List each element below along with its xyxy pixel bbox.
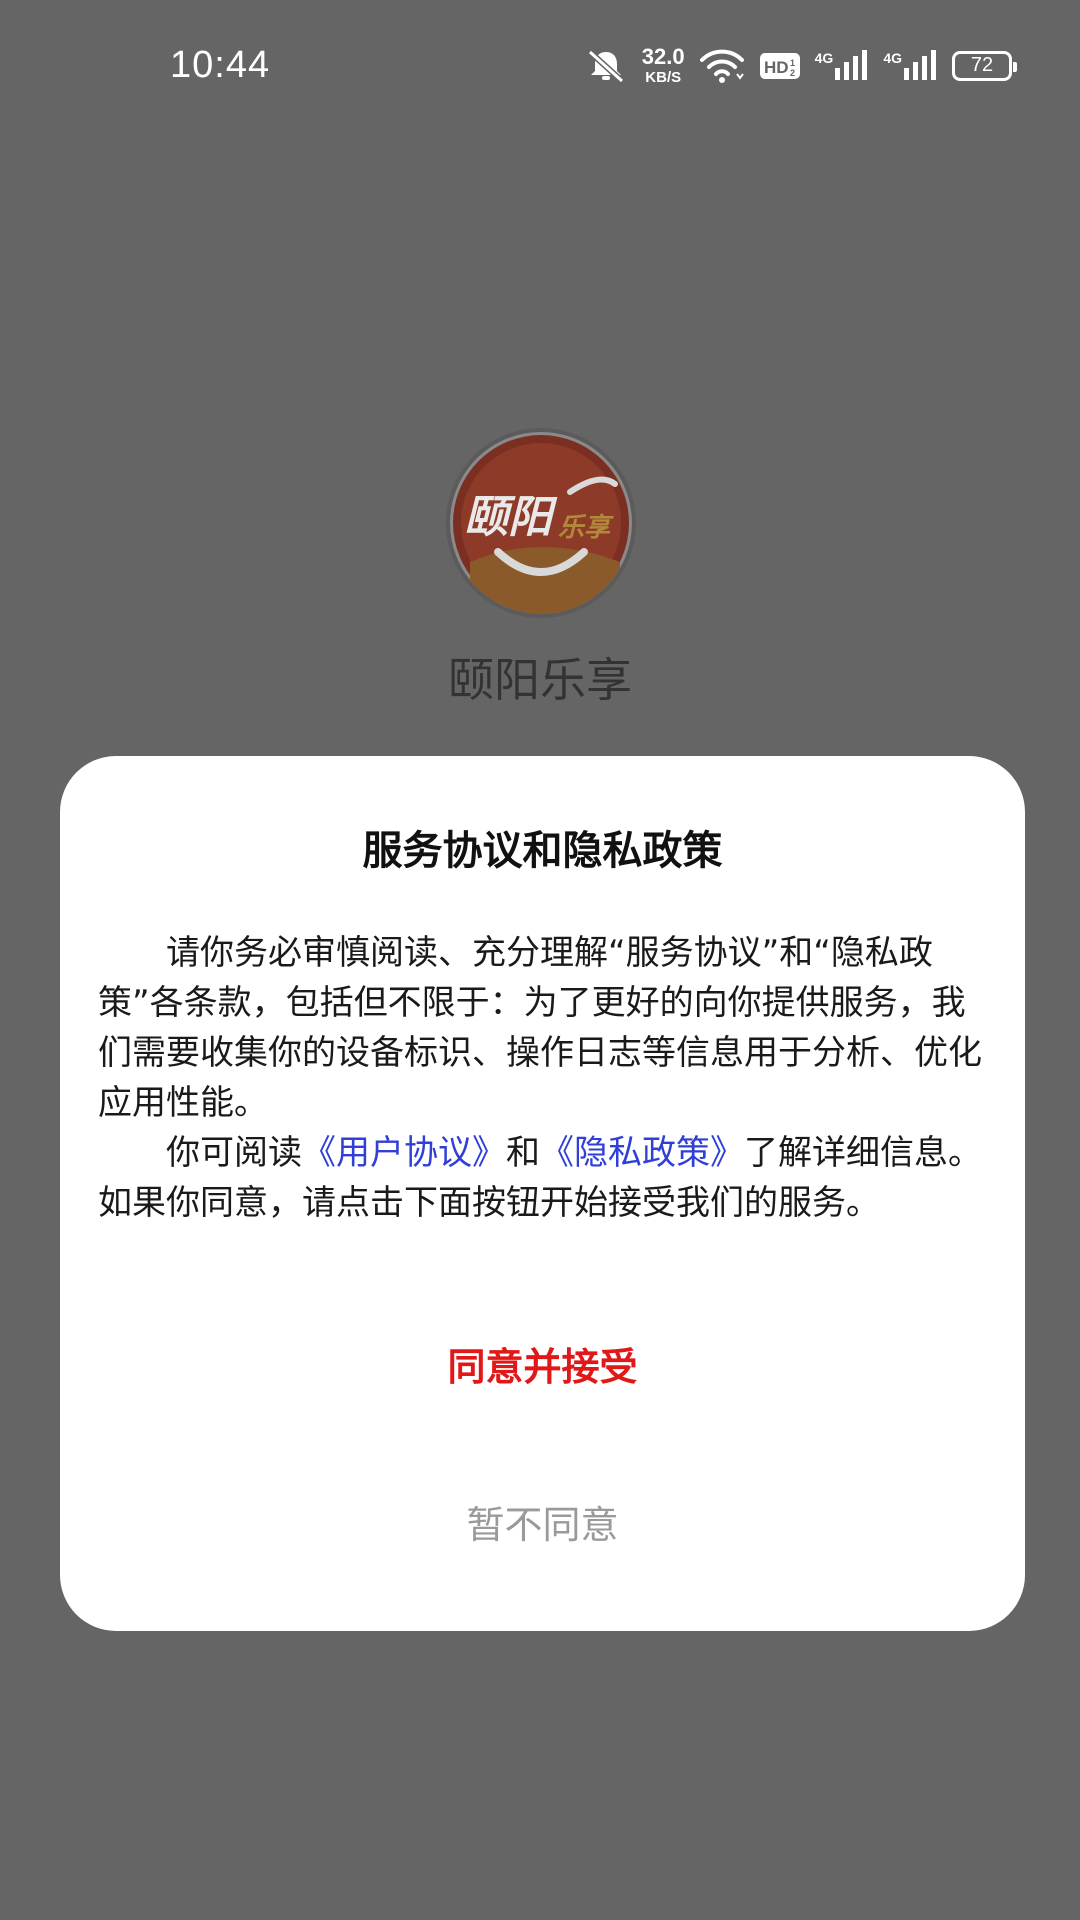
- mute-icon: [584, 48, 628, 84]
- wifi-icon: [699, 48, 745, 84]
- svg-text:2: 2: [790, 68, 795, 78]
- net-speed-unit: KB/S: [645, 69, 682, 86]
- battery-icon: 72: [952, 50, 1017, 81]
- dialog-title: 服务协议和隐私政策: [362, 828, 723, 874]
- app-logo: 颐阳 乐享: [446, 428, 636, 618]
- hd-icon: HD 1 2: [759, 51, 801, 81]
- logo-text-sub: 乐享: [558, 513, 614, 543]
- para2-prefix: 你可阅读: [166, 1133, 302, 1173]
- svg-text:HD: HD: [764, 58, 789, 77]
- privacy-dialog: 服务协议和隐私政策 请你务必审慎阅读、充分理解“服务协议”和“隐私政策”各条款，…: [60, 756, 1025, 1631]
- dialog-paragraph-1: 请你务必审慎阅读、充分理解“服务协议”和“隐私政策”各条款，包括但不限于：为了更…: [98, 933, 982, 1123]
- dialog-paragraph-2: 你可阅读《用户协议》和《隐私政策》了解详细信息。如果你同意，请点击下面按钮开始接…: [98, 1128, 991, 1228]
- status-bar: 10:44 32.0 KB/S HD 1 2 4G 4G 72: [0, 0, 1080, 140]
- svg-text:1: 1: [790, 58, 795, 68]
- decline-button[interactable]: 暂不同意: [60, 1494, 1025, 1549]
- battery-level: 72: [970, 54, 994, 76]
- user-agreement-link[interactable]: 《用户协议》: [302, 1133, 506, 1173]
- app-name: 颐阳乐享: [448, 653, 632, 707]
- para2-and: 和: [506, 1133, 540, 1173]
- status-time: 10:44: [170, 44, 271, 86]
- signal-icon: 4G: [815, 49, 870, 82]
- status-icons: 32.0 KB/S HD 1 2 4G 4G 72: [584, 44, 1017, 86]
- signal-icon: 4G: [883, 49, 938, 82]
- privacy-policy-link[interactable]: 《隐私政策》: [540, 1133, 744, 1173]
- dialog-body: 请你务必审慎阅读、充分理解“服务协议”和“隐私政策”各条款，包括但不限于：为了更…: [98, 928, 991, 1228]
- logo-text-main: 颐阳: [464, 492, 558, 543]
- net-speed-value: 32.0: [641, 44, 685, 69]
- net-speed: 32.0 KB/S: [641, 44, 685, 86]
- agree-button[interactable]: 同意并接受: [60, 1336, 1025, 1391]
